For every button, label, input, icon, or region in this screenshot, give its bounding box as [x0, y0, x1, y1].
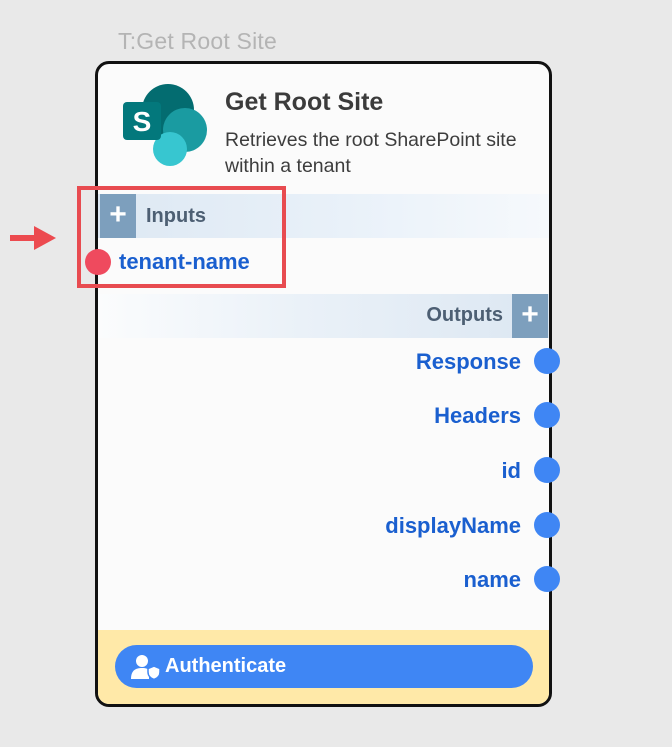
output-port-dot-name[interactable] [534, 566, 560, 592]
node-caption: T:Get Root Site [118, 28, 277, 54]
node-card[interactable]: S Get Root Site Retrieves the root Share… [95, 61, 552, 707]
output-port-dot-response[interactable] [534, 348, 560, 374]
input-port-tenant-name[interactable]: tenant-name [119, 249, 250, 275]
output-port-response[interactable]: Response [416, 349, 521, 375]
outputs-label: Outputs [426, 304, 503, 326]
arrow-right-icon [10, 226, 56, 250]
inputs-label: Inputs [146, 205, 206, 227]
input-port-dot[interactable] [85, 249, 111, 275]
output-port-headers[interactable]: Headers [434, 403, 521, 429]
node-description: Retrieves the root SharePoint site withi… [225, 129, 517, 177]
node-title: Get Root Site [225, 88, 384, 116]
user-shield-icon [131, 655, 161, 680]
add-input-button[interactable]: + [100, 194, 136, 238]
add-output-button[interactable]: + [512, 294, 548, 338]
output-port-displayname[interactable]: displayName [385, 513, 521, 539]
logo-letter: S [133, 106, 152, 137]
output-port-dot-id[interactable] [534, 457, 560, 483]
output-port-dot-headers[interactable] [534, 402, 560, 428]
output-port-id[interactable]: id [501, 458, 521, 484]
output-port-name[interactable]: name [464, 567, 521, 593]
authenticate-button[interactable]: Authenticate [115, 645, 533, 688]
sharepoint-logo-icon: S [123, 84, 207, 166]
authenticate-label: Authenticate [165, 655, 287, 677]
output-port-dot-displayname[interactable] [534, 512, 560, 538]
